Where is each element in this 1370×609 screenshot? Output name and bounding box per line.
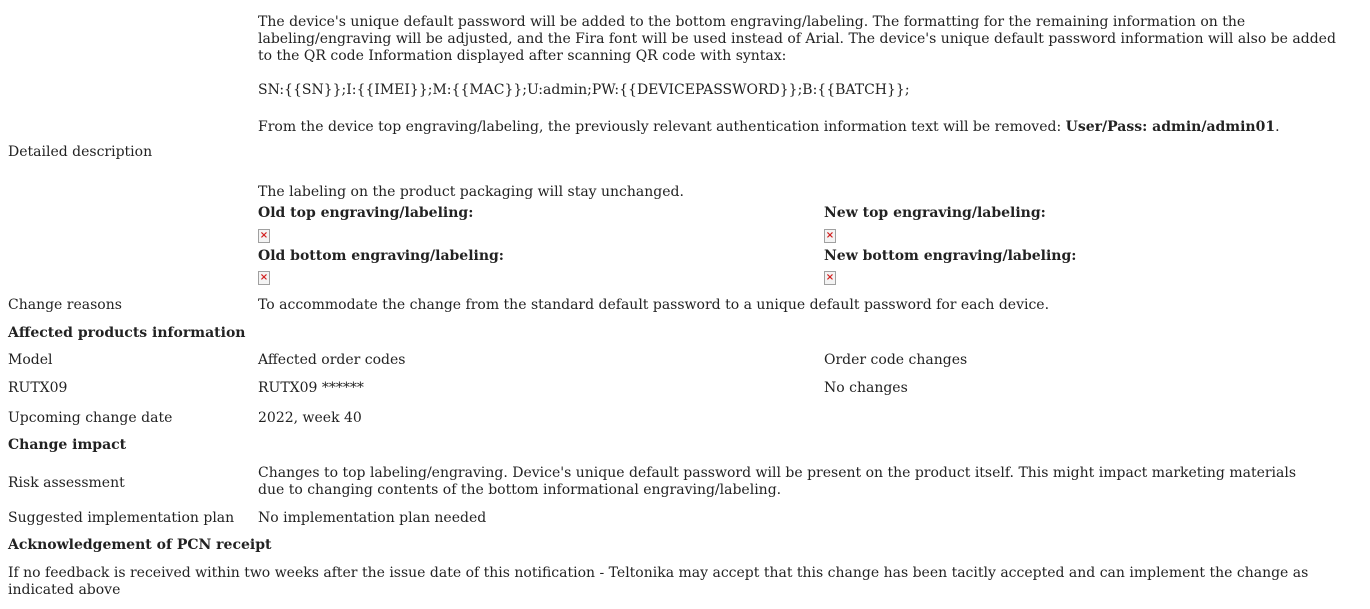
- para2-text: From the device top engraving/labeling, …: [258, 119, 1066, 135]
- col-model-header: Model: [8, 352, 53, 368]
- change-reasons-value: To accommodate the change from the stand…: [258, 297, 1050, 313]
- old-bottom-image: ×: [258, 271, 270, 285]
- implementation-plan-label: Suggested implementation plan: [8, 510, 235, 526]
- old-bottom-label: Old bottom engraving/labeling:: [258, 248, 504, 264]
- detailed-description-para3: The labeling on the product packaging wi…: [258, 184, 684, 200]
- row-model: RUTX09: [8, 380, 68, 396]
- detailed-description-label: Detailed description: [8, 144, 153, 160]
- affected-products-heading: Affected products information: [8, 325, 246, 341]
- upcoming-date-value: 2022, week 40: [258, 410, 362, 426]
- col-codes-header: Affected order codes: [258, 352, 406, 368]
- new-top-label: New top engraving/labeling:: [824, 205, 1046, 221]
- change-impact-heading: Change impact: [8, 437, 127, 453]
- detailed-description-para2: From the device top engraving/labeling, …: [258, 119, 1348, 136]
- new-top-image: ×: [824, 229, 836, 243]
- new-bottom-label: New bottom engraving/labeling:: [824, 248, 1077, 264]
- para2-end: .: [1275, 119, 1280, 135]
- col-changes-header: Order code changes: [824, 352, 968, 368]
- old-top-image: ×: [258, 229, 270, 243]
- acknowledgement-text: If no feedback is received within two we…: [8, 565, 1309, 598]
- upcoming-date-label: Upcoming change date: [8, 410, 173, 426]
- implementation-plan-value: No implementation plan needed: [258, 510, 487, 526]
- change-reasons-label: Change reasons: [8, 297, 122, 313]
- row-changes: No changes: [824, 380, 908, 396]
- risk-assessment-value: Changes to top labeling/engraving. Devic…: [258, 465, 1297, 498]
- old-top-label: Old top engraving/labeling:: [258, 205, 474, 221]
- acknowledgement-heading: Acknowledgement of PCN receipt: [8, 537, 272, 553]
- row-codes: RUTX09 ******: [258, 380, 364, 396]
- new-bottom-image: ×: [824, 271, 836, 285]
- risk-assessment-label: Risk assessment: [8, 475, 125, 491]
- detailed-description-para1: The device's unique default password wil…: [258, 14, 1336, 64]
- qr-syntax: SN:{{SN}};I:{{IMEI}};M:{{MAC}};U:admin;P…: [258, 82, 910, 98]
- para2-credentials: User/Pass: admin/admin01: [1065, 119, 1276, 135]
